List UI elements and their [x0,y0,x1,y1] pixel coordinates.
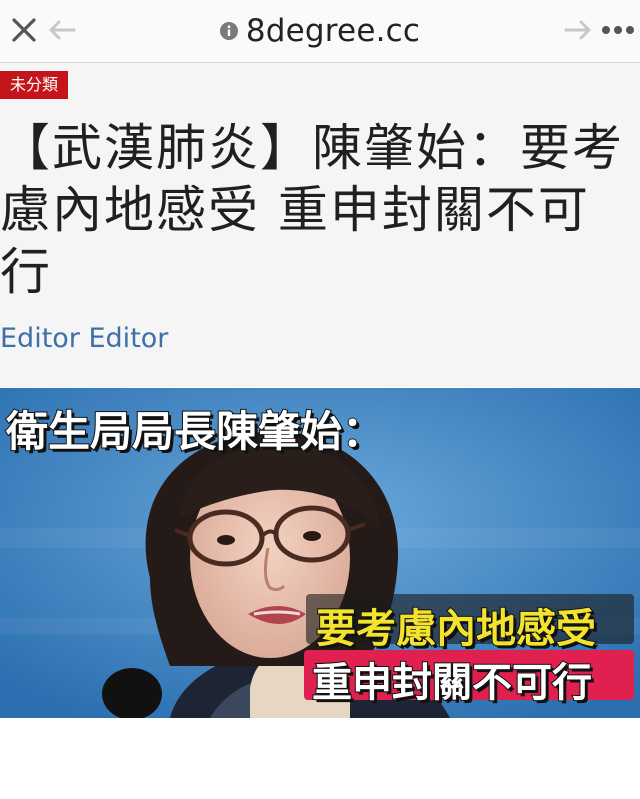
article-header: 未分類 【武漢肺炎】陳肇始：要考慮內地感受 重申封關不可行 Editor Edi… [0,63,640,387]
arrow-left-icon [49,20,76,40]
caption-top: 衛生局局長陳肇始： [5,406,385,457]
page-below-image [0,718,640,799]
article-title: 【武漢肺炎】陳肇始：要考慮內地感受 重申封關不可行 [0,119,624,301]
caption-line2: 重申封關不可行 [311,659,593,707]
address-bar[interactable]: 8degree.cc [170,8,470,54]
close-icon [12,18,36,42]
arrow-right-icon [564,20,591,40]
browser-toolbar: 8degree.cc [0,0,640,63]
caption-line1: 要考慮內地感受 [315,605,597,653]
more-dots-icon [602,26,634,34]
close-button[interactable] [4,10,44,50]
info-icon [219,22,238,40]
author-link[interactable]: Editor Editor [0,323,168,354]
category-tag[interactable]: 未分類 [0,71,69,99]
more-button[interactable] [598,10,638,50]
hero-image: 衛生局局長陳肇始： 要考慮內地感受 重申封關不可行 [0,388,640,718]
url-text: 8degree.cc [245,13,421,49]
forward-button[interactable] [560,10,596,50]
back-button[interactable] [44,10,80,50]
